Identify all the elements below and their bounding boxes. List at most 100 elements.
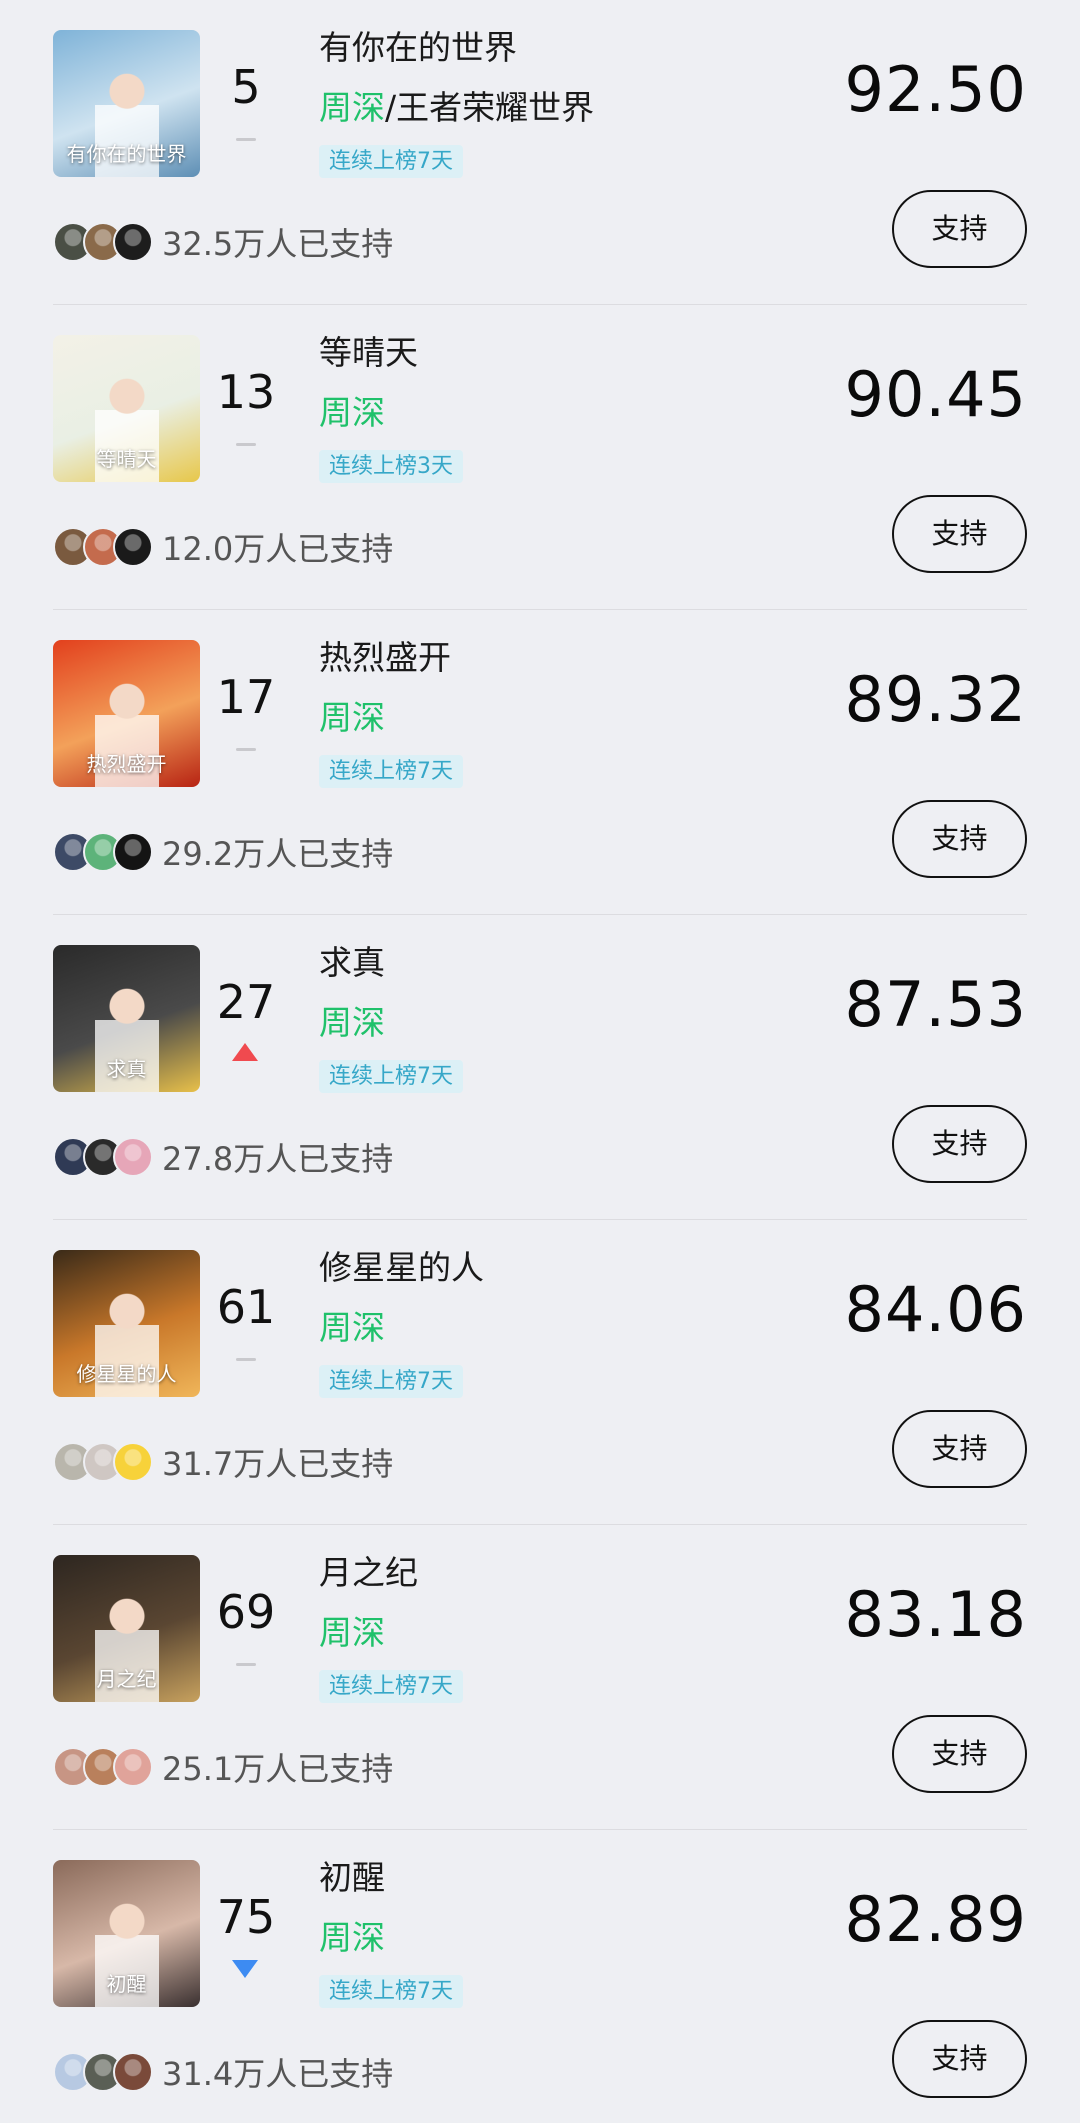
score-value: 89.32 xyxy=(844,663,1027,736)
song-title[interactable]: 月之纪 xyxy=(319,1551,418,1595)
album-cover[interactable]: 有你在的世界 xyxy=(53,30,200,177)
song-entry-3[interactable]: 热烈盛开 17 热烈盛开 周深 连续上榜7天 89.32 29.2万人已支持 支… xyxy=(0,610,1080,915)
trend-indicator xyxy=(236,138,256,141)
song-title[interactable]: 有你在的世界 xyxy=(319,26,517,70)
rank-number: 75 xyxy=(216,1890,276,1944)
trend-indicator xyxy=(236,748,256,751)
rank-number: 69 xyxy=(216,1585,276,1639)
song-title[interactable]: 初醒 xyxy=(319,1856,385,1900)
song-title[interactable]: 求真 xyxy=(319,941,385,985)
cover-title: 求真 xyxy=(106,1057,147,1081)
avatar xyxy=(113,2052,153,2092)
score-value: 87.53 xyxy=(844,968,1027,1041)
supporters-row: 31.4万人已支持 xyxy=(53,2052,394,2093)
song-artist[interactable]: 周深 xyxy=(319,391,385,435)
song-entry-4[interactable]: 求真 27 求真 周深 连续上榜7天 87.53 27.8万人已支持 支持 xyxy=(0,915,1080,1220)
supporters-row: 25.1万人已支持 xyxy=(53,1747,394,1788)
supporter-avatars xyxy=(53,1137,157,1177)
cover-title: 修星星的人 xyxy=(76,1362,177,1386)
supporter-count: 31.7万人已支持 xyxy=(162,1445,394,1483)
supporter-avatars xyxy=(53,527,157,567)
supporter-count: 27.8万人已支持 xyxy=(162,1140,394,1178)
score-value: 92.50 xyxy=(844,53,1027,126)
trend-indicator xyxy=(236,1358,256,1361)
trend-up-icon xyxy=(232,1043,258,1061)
song-entry-6[interactable]: 月之纪 69 月之纪 周深 连续上榜7天 83.18 25.1万人已支持 支持 xyxy=(0,1525,1080,1830)
rank-number: 5 xyxy=(231,60,261,114)
supporter-avatars xyxy=(53,222,157,262)
song-title[interactable]: 热烈盛开 xyxy=(319,636,451,680)
cover-title: 等晴天 xyxy=(96,447,157,471)
cover-title: 月之纪 xyxy=(96,1667,157,1691)
rank-number: 17 xyxy=(216,670,276,724)
supporter-count: 12.0万人已支持 xyxy=(162,530,394,568)
score-value: 84.06 xyxy=(844,1273,1027,1346)
support-button[interactable]: 支持 xyxy=(892,2020,1027,2098)
artist-name[interactable]: 周深 xyxy=(319,698,385,737)
song-entry-7[interactable]: 初醒 75 初醒 周深 连续上榜7天 82.89 31.4万人已支持 支持 xyxy=(0,1830,1080,2123)
support-button[interactable]: 支持 xyxy=(892,495,1027,573)
artist-name[interactable]: 周深 xyxy=(319,88,385,127)
avatar xyxy=(113,1747,153,1787)
album-cover[interactable]: 月之纪 xyxy=(53,1555,200,1702)
album-cover[interactable]: 初醒 xyxy=(53,1860,200,2007)
score-value: 82.89 xyxy=(844,1883,1027,1956)
artist-name[interactable]: 周深 xyxy=(319,393,385,432)
supporters-row: 29.2万人已支持 xyxy=(53,832,394,873)
album-cover[interactable]: 热烈盛开 xyxy=(53,640,200,787)
support-button[interactable]: 支持 xyxy=(892,1715,1027,1793)
supporters-row: 31.7万人已支持 xyxy=(53,1442,394,1483)
trend-indicator xyxy=(236,443,256,446)
artist-suffix: /王者荣耀世界 xyxy=(385,88,595,127)
artist-name[interactable]: 周深 xyxy=(319,1918,385,1957)
artist-name[interactable]: 周深 xyxy=(319,1003,385,1042)
supporters-row: 27.8万人已支持 xyxy=(53,1137,394,1178)
song-artist[interactable]: 周深 xyxy=(319,1306,385,1350)
song-artist[interactable]: 周深 xyxy=(319,1001,385,1045)
support-button[interactable]: 支持 xyxy=(892,800,1027,878)
song-artist[interactable]: 周深/王者荣耀世界 xyxy=(319,86,594,130)
avatar xyxy=(113,1137,153,1177)
avatar xyxy=(113,527,153,567)
album-cover[interactable]: 求真 xyxy=(53,945,200,1092)
supporter-avatars xyxy=(53,832,157,872)
trend-down-icon xyxy=(232,1960,258,1978)
streak-badge: 连续上榜7天 xyxy=(319,145,463,178)
song-entry-2[interactable]: 等晴天 13 等晴天 周深 连续上榜3天 90.45 12.0万人已支持 支持 xyxy=(0,305,1080,610)
song-artist[interactable]: 周深 xyxy=(319,1916,385,1960)
rank-number: 13 xyxy=(216,365,276,419)
song-artist[interactable]: 周深 xyxy=(319,696,385,740)
album-cover[interactable]: 等晴天 xyxy=(53,335,200,482)
support-button[interactable]: 支持 xyxy=(892,1105,1027,1183)
song-entry-1[interactable]: 有你在的世界 5 有你在的世界 周深/王者荣耀世界 连续上榜7天 92.50 3… xyxy=(0,0,1080,305)
song-title[interactable]: 修星星的人 xyxy=(319,1246,484,1290)
avatar xyxy=(113,832,153,872)
artist-name[interactable]: 周深 xyxy=(319,1308,385,1347)
song-title[interactable]: 等晴天 xyxy=(319,331,418,375)
supporter-avatars xyxy=(53,1442,157,1482)
supporter-count: 29.2万人已支持 xyxy=(162,835,394,873)
streak-badge: 连续上榜7天 xyxy=(319,1365,463,1398)
song-entry-5[interactable]: 修星星的人 61 修星星的人 周深 连续上榜7天 84.06 31.7万人已支持… xyxy=(0,1220,1080,1525)
rank-number: 27 xyxy=(216,975,276,1029)
support-button[interactable]: 支持 xyxy=(892,190,1027,268)
supporter-avatars xyxy=(53,2052,157,2092)
score-value: 90.45 xyxy=(844,358,1027,431)
rank-number: 61 xyxy=(216,1280,276,1334)
cover-title: 热烈盛开 xyxy=(86,752,167,776)
album-cover[interactable]: 修星星的人 xyxy=(53,1250,200,1397)
streak-badge: 连续上榜7天 xyxy=(319,1060,463,1093)
artist-name[interactable]: 周深 xyxy=(319,1613,385,1652)
streak-badge: 连续上榜7天 xyxy=(319,1670,463,1703)
cover-title: 初醒 xyxy=(106,1972,147,1996)
support-button[interactable]: 支持 xyxy=(892,1410,1027,1488)
supporter-count: 31.4万人已支持 xyxy=(162,2055,394,2093)
supporter-avatars xyxy=(53,1747,157,1787)
supporters-row: 32.5万人已支持 xyxy=(53,222,394,263)
supporter-count: 32.5万人已支持 xyxy=(162,225,394,263)
trend-indicator xyxy=(236,1663,256,1666)
supporters-row: 12.0万人已支持 xyxy=(53,527,394,568)
song-artist[interactable]: 周深 xyxy=(319,1611,385,1655)
supporter-count: 25.1万人已支持 xyxy=(162,1750,394,1788)
score-value: 83.18 xyxy=(844,1578,1027,1651)
